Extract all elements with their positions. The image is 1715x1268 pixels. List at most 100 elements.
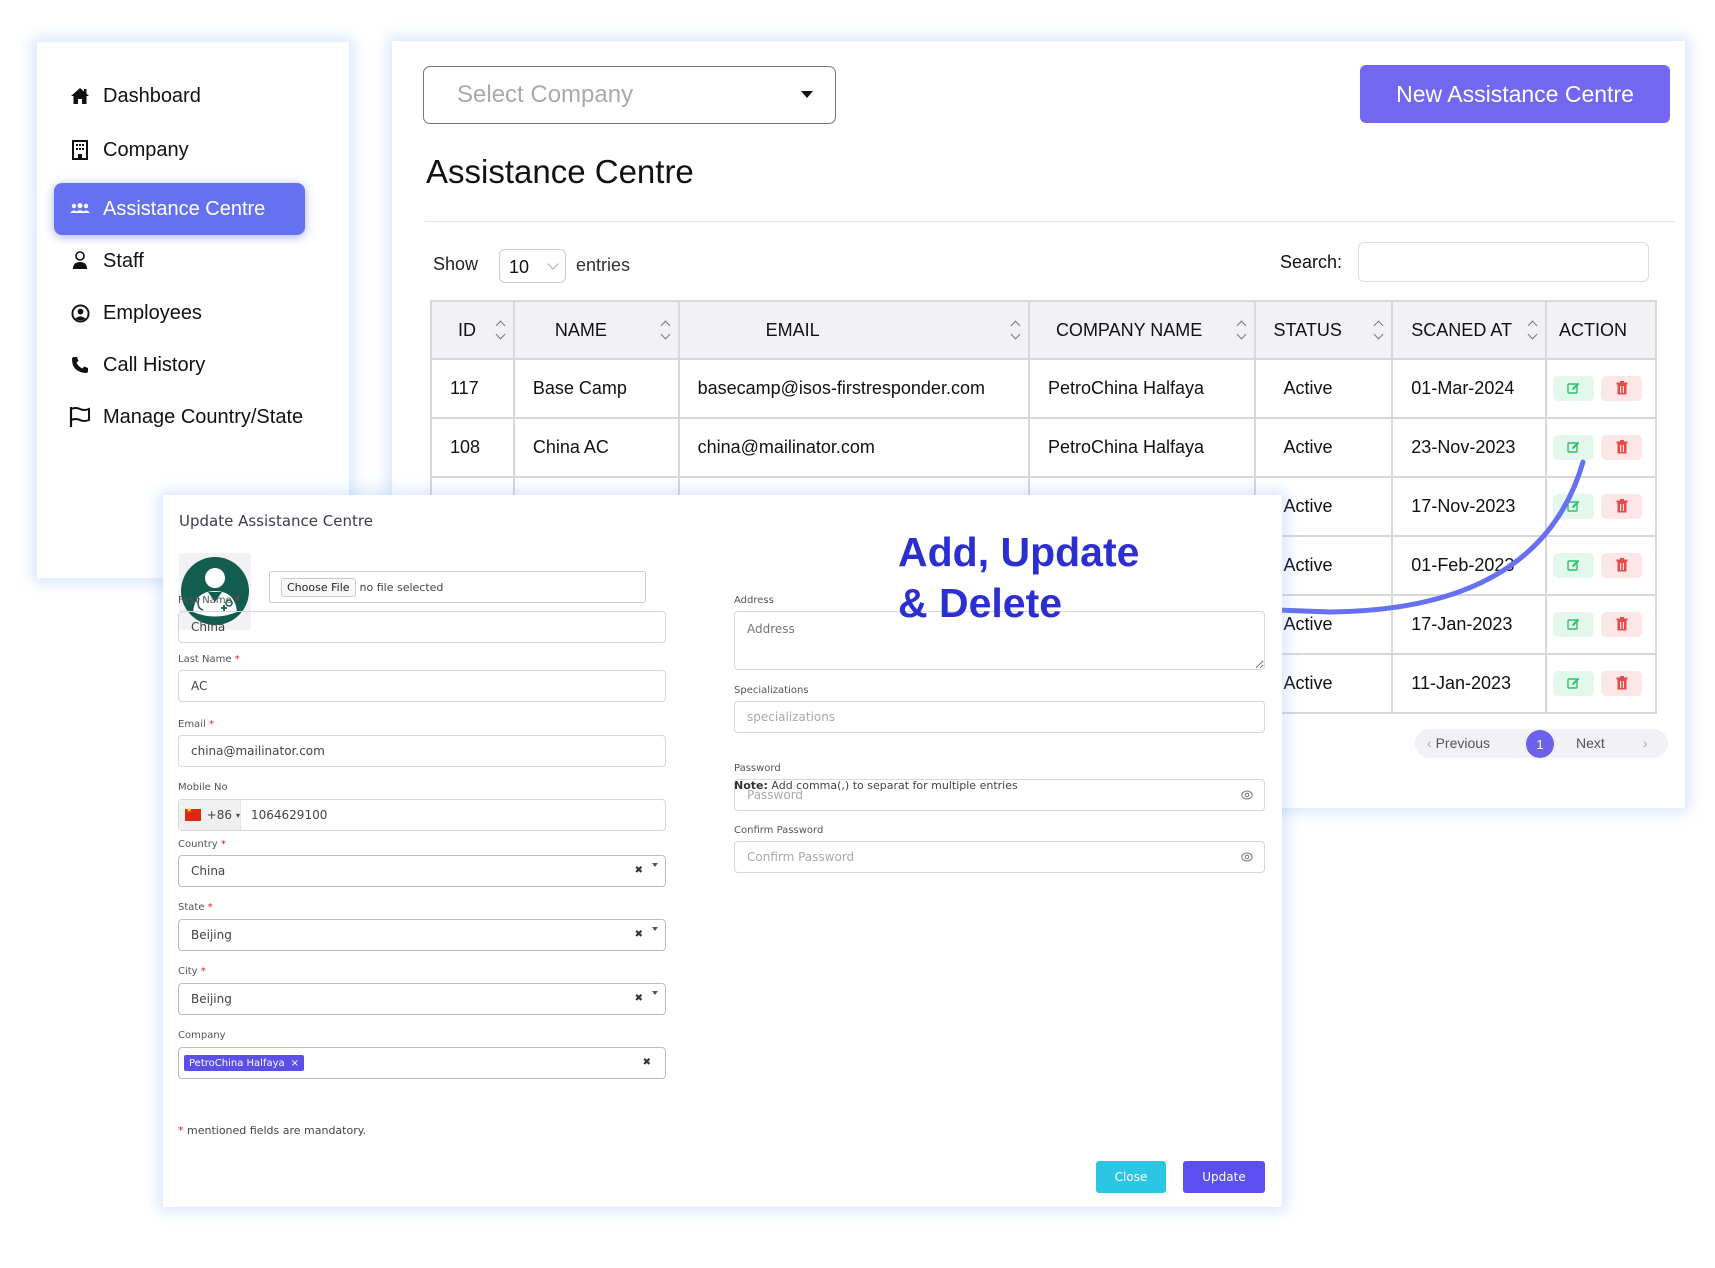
- sidebar-item-label: Assistance Centre: [103, 197, 266, 220]
- clear-icon[interactable]: ✖: [643, 1057, 651, 1068]
- sidebar-item-company[interactable]: Company: [61, 124, 313, 176]
- search-label: Search:: [1280, 252, 1343, 272]
- trash-icon: [1616, 676, 1628, 690]
- cell-action: [1545, 358, 1657, 419]
- edit-button[interactable]: [1553, 612, 1595, 638]
- first-name-label: First Name *: [178, 595, 240, 606]
- cell-status: Active: [1253, 358, 1394, 419]
- company-multiselect[interactable]: PetroChina Halfaya × ✖: [178, 1047, 666, 1079]
- state-select[interactable]: Beijing ✖: [178, 919, 666, 951]
- phone-icon: [69, 354, 91, 376]
- page-1-button[interactable]: 1: [1526, 730, 1554, 758]
- previous-page-button[interactable]: ‹ Previous: [1427, 735, 1490, 751]
- show-label: Show: [433, 254, 479, 274]
- column-header-id[interactable]: ID: [430, 300, 515, 360]
- clear-icon[interactable]: ✖: [635, 865, 643, 876]
- table-row: 117 Base Camp basecamp@isos-firstresponder…: [430, 358, 1657, 419]
- sidebar-item-label: Staff: [103, 249, 144, 272]
- edit-icon: [1567, 677, 1580, 690]
- staff-icon: [69, 250, 91, 272]
- sidebar-item-call-history[interactable]: Call History: [61, 339, 313, 391]
- mobile-input[interactable]: +86▾ 1064629100: [178, 799, 666, 831]
- cell-action: [1545, 476, 1657, 537]
- edit-icon: [1567, 441, 1580, 454]
- company-tag: PetroChina Halfaya ×: [184, 1055, 305, 1071]
- clear-icon[interactable]: ✖: [635, 929, 643, 940]
- chevron-right-icon: ›: [1643, 735, 1648, 751]
- column-header-status[interactable]: STATUS: [1253, 300, 1394, 360]
- entries-per-page-select[interactable]: 10: [499, 249, 566, 283]
- city-select[interactable]: Beijing ✖: [178, 983, 666, 1015]
- update-button[interactable]: Update: [1183, 1161, 1265, 1193]
- edit-button[interactable]: [1553, 376, 1595, 402]
- first-name-input[interactable]: China: [178, 611, 666, 643]
- company-select[interactable]: Select Company: [423, 66, 836, 124]
- password-input[interactable]: Password: [734, 779, 1265, 811]
- column-header-company-name[interactable]: COMPANY NAME: [1027, 300, 1256, 360]
- choose-file-button[interactable]: Choose File: [281, 577, 356, 597]
- pagination: ‹ Previous 1 Next ›: [1415, 729, 1668, 758]
- delete-button[interactable]: [1601, 552, 1643, 578]
- column-header-scanned-at[interactable]: SCANED AT: [1391, 300, 1548, 360]
- edit-button[interactable]: [1553, 671, 1595, 697]
- cell-company-name: PetroChina Halfaya: [1027, 358, 1256, 419]
- sidebar-item-label: Employees: [103, 301, 202, 324]
- new-assistance-centre-button[interactable]: New Assistance Centre: [1360, 65, 1670, 123]
- column-header-email[interactable]: EMAIL: [677, 300, 1030, 360]
- cell-action: [1545, 417, 1657, 478]
- edit-icon: [1567, 618, 1580, 631]
- delete-button[interactable]: [1601, 493, 1643, 519]
- modal-title: Update Assistance Centre: [179, 512, 373, 530]
- search-input[interactable]: [1358, 242, 1649, 282]
- caret-down-icon: [801, 91, 813, 98]
- flag-icon: [69, 406, 91, 428]
- trash-icon: [1616, 440, 1628, 454]
- last-name-input[interactable]: AC: [178, 670, 666, 702]
- country-code-select[interactable]: +86▾: [179, 800, 241, 830]
- sort-icon: [495, 320, 505, 342]
- table-header-row: ID NAME EMAIL COMPANY NAME STATUS SCANED…: [430, 300, 1657, 360]
- mandatory-note: * mentioned fields are mandatory.: [178, 1124, 367, 1137]
- cell-scanned-at: 23-Nov-2023: [1391, 417, 1548, 478]
- sidebar-item-dashboard[interactable]: Dashboard: [61, 70, 313, 122]
- delete-button[interactable]: [1601, 434, 1643, 460]
- sort-icon: [1236, 320, 1246, 342]
- caret-down-icon: [652, 927, 658, 931]
- email-input[interactable]: china@mailinator.com: [178, 735, 666, 767]
- next-page-button[interactable]: Next: [1576, 735, 1605, 751]
- company-select-placeholder: Select Company: [457, 81, 634, 108]
- cell-id: 117: [430, 358, 515, 419]
- delete-button[interactable]: [1601, 611, 1643, 637]
- edit-button[interactable]: [1553, 494, 1595, 520]
- country-select[interactable]: China ✖: [178, 855, 666, 887]
- sidebar-item-staff[interactable]: Staff: [61, 235, 313, 287]
- edit-button[interactable]: [1553, 435, 1595, 461]
- delete-button[interactable]: [1601, 670, 1643, 696]
- eye-icon[interactable]: [1241, 852, 1253, 862]
- sidebar-item-manage-country-state[interactable]: Manage Country/State: [61, 391, 313, 443]
- chevron-down-icon: [547, 258, 559, 270]
- cell-id: 108: [430, 417, 515, 478]
- specializations-label: Specializations: [734, 685, 809, 696]
- sidebar-item-assistance-centre[interactable]: Assistance Centre: [54, 183, 305, 235]
- clear-icon[interactable]: ✖: [635, 993, 643, 1004]
- trash-icon: [1616, 499, 1628, 513]
- specializations-input[interactable]: specializations: [734, 701, 1265, 733]
- remove-tag-icon[interactable]: ×: [291, 1058, 299, 1069]
- sidebar-item-label: Company: [103, 138, 189, 161]
- close-button[interactable]: Close: [1096, 1161, 1166, 1193]
- cell-scanned-at: 01-Feb-2023: [1391, 535, 1548, 596]
- sort-icon: [1527, 320, 1537, 342]
- delete-button[interactable]: [1601, 375, 1643, 401]
- cell-scanned-at: 17-Nov-2023: [1391, 476, 1548, 537]
- confirm-password-input[interactable]: Confirm Password: [734, 841, 1265, 873]
- eye-icon[interactable]: [1241, 790, 1253, 800]
- china-flag-icon: [185, 806, 201, 821]
- column-header-name[interactable]: NAME: [512, 300, 680, 360]
- building-icon: [69, 139, 91, 161]
- sidebar-item-employees[interactable]: Employees: [61, 287, 313, 339]
- cell-scanned-at: 17-Jan-2023: [1391, 594, 1548, 655]
- sort-icon: [1373, 320, 1383, 342]
- caret-down-icon: [652, 991, 658, 995]
- edit-button[interactable]: [1553, 553, 1595, 579]
